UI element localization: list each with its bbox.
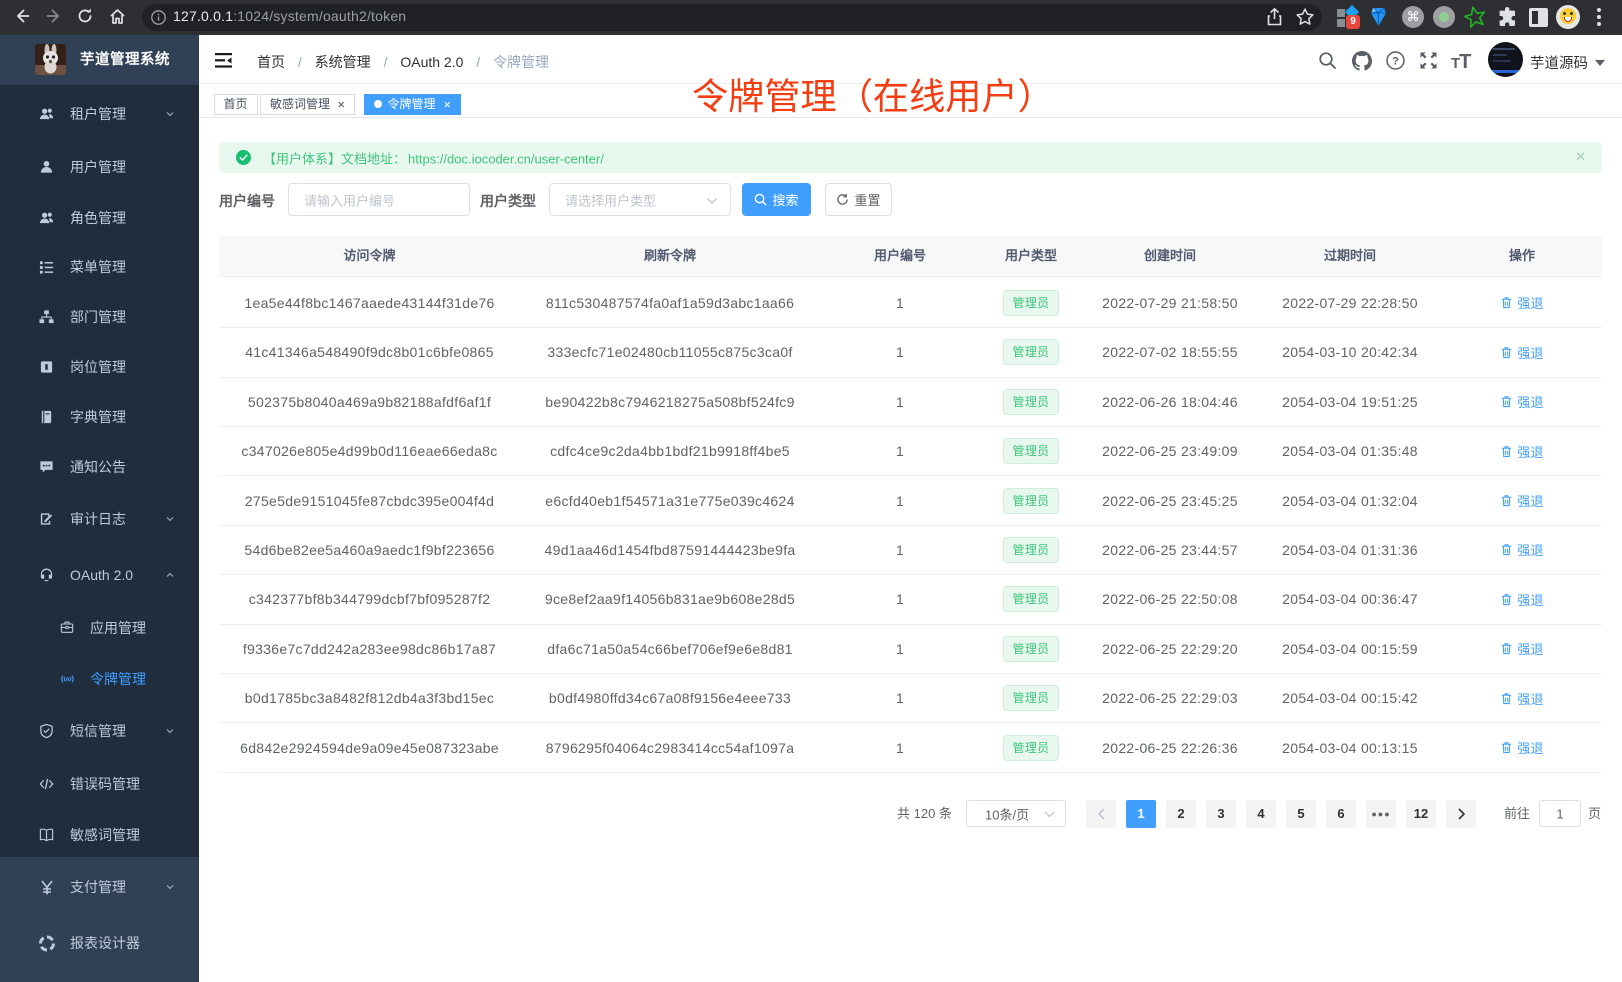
svg-text:A: A (65, 677, 70, 684)
svg-text:?: ? (1392, 56, 1399, 68)
